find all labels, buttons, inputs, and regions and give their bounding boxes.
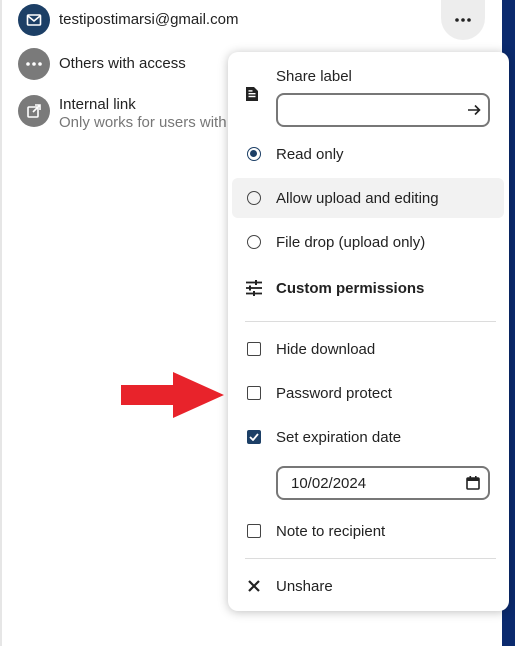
unshare-label: Unshare [276,577,333,595]
annotation-arrow-icon [121,372,225,423]
share-label-title: Share label [276,68,352,85]
option-set-expiration[interactable]: Set expiration date [228,417,509,457]
share-row-label: Others with access [59,55,186,72]
calendar-icon[interactable] [466,476,480,495]
share-row-label: testipostimarsi@gmail.com [59,11,239,28]
custom-permissions-item[interactable]: Custom permissions [228,268,509,308]
radio-unchecked[interactable] [247,191,261,205]
checkbox-unchecked[interactable] [247,342,261,356]
share-row-label: Internal link [59,96,136,113]
share-row-others[interactable]: Others with access [18,48,186,80]
share-row-internal-link[interactable]: Internal link Only works for users with [18,95,227,132]
radio-unchecked[interactable] [247,235,261,249]
share-options-menu: Share label Read only Allow upload and e… [228,52,509,611]
expiration-date-input[interactable]: 10/02/2024 [276,466,490,500]
unshare-item[interactable]: Unshare [228,566,509,606]
option-label: Password protect [276,384,392,402]
menu-divider [245,321,496,322]
share-row-email[interactable]: testipostimarsi@gmail.com [18,4,238,36]
permission-label: Read only [276,145,344,163]
permission-file-drop[interactable]: File drop (upload only) [228,222,509,262]
more-icon [455,18,471,22]
permission-read-only[interactable]: Read only [228,134,509,174]
tune-icon [245,279,263,297]
document-icon [245,86,259,107]
permission-label: Allow upload and editing [276,189,439,207]
custom-permissions-label: Custom permissions [276,279,425,297]
email-icon [18,4,50,36]
panel-left-border [0,0,2,646]
arrow-right-icon[interactable] [466,102,482,123]
checkbox-unchecked[interactable] [247,524,261,538]
menu-divider [245,558,496,559]
external-link-icon [18,95,50,127]
checkbox-unchecked[interactable] [247,386,261,400]
checkbox-checked[interactable] [247,430,261,444]
share-row-sublabel: Only works for users with [59,114,227,131]
option-password-protect[interactable]: Password protect [228,373,509,413]
permission-upload-editing[interactable]: Allow upload and editing [232,178,504,218]
option-label: Note to recipient [276,522,386,540]
more-icon [18,48,50,80]
share-label-input[interactable] [276,93,490,127]
option-hide-download[interactable]: Hide download [228,329,509,369]
expiration-date-value: 10/02/2024 [291,474,367,492]
share-actions-button[interactable] [441,0,485,40]
permission-label: File drop (upload only) [276,233,426,251]
option-note-to-recipient[interactable]: Note to recipient [228,511,509,551]
close-icon [245,577,263,595]
radio-checked[interactable] [247,147,261,161]
option-label: Set expiration date [276,428,402,446]
option-label: Hide download [276,340,376,358]
